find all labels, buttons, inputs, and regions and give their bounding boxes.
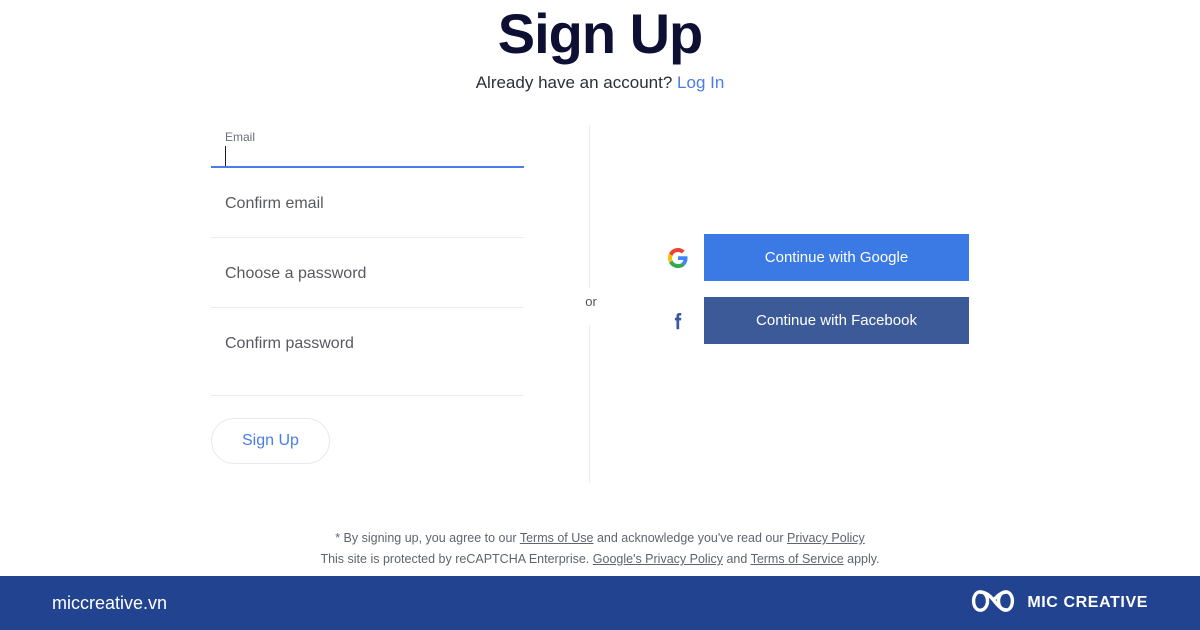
confirm-password-field-underline [211, 395, 524, 396]
confirm-password-field-group[interactable]: Confirm password [211, 308, 524, 396]
legal-line1-middle: and acknowledge you've read our [593, 531, 787, 545]
divider-line-top [589, 125, 590, 288]
page-header: Sign Up Already have an account? Log In [0, 0, 1200, 94]
brand-logo-group: MIC CREATIVE [971, 587, 1148, 620]
divider-or-label: or [580, 293, 602, 311]
google-g-icon [652, 234, 704, 281]
password-field-group[interactable]: Choose a password [211, 238, 524, 308]
terms-of-use-link[interactable]: Terms of Use [520, 531, 594, 545]
page-title: Sign Up [497, 2, 704, 65]
confirm-password-placeholder: Confirm password [225, 335, 354, 352]
legal-footer: * By signing up, you agree to our Terms … [0, 528, 1200, 570]
legal-line-2: This site is protected by reCAPTCHA Ente… [0, 549, 1200, 570]
sign-up-button[interactable]: Sign Up [211, 418, 330, 464]
brand-website-text: miccreative.vn [52, 593, 168, 613]
text-caret [225, 146, 226, 168]
signup-form: Email Confirm email Choose a password Co… [211, 120, 524, 464]
confirm-email-field-group[interactable]: Confirm email [211, 168, 524, 238]
submit-row: Sign Up [211, 418, 524, 464]
legal-line2-middle: and [722, 552, 751, 566]
facebook-button-label: Continue with Facebook [756, 311, 917, 329]
legal-line2-suffix: apply. [843, 552, 880, 566]
email-field-group[interactable]: Email [211, 120, 524, 168]
legal-line1-prefix: * By signing up, you agree to our [335, 531, 520, 545]
brand-bar: miccreative.vn MIC CREATIVE [0, 576, 1200, 630]
log-in-link[interactable]: Log In [677, 73, 724, 92]
terms-of-service-link[interactable]: Terms of Service [751, 552, 844, 566]
google-privacy-policy-link[interactable]: Google's Privacy Policy [593, 552, 723, 566]
password-placeholder: Choose a password [225, 265, 367, 282]
login-prompt-text: Already have an account? [475, 73, 673, 92]
email-field-label: Email [225, 130, 256, 144]
social-login-stack: Continue with Google Continue with Faceb… [652, 234, 969, 360]
continue-with-google-button[interactable]: Continue with Google [652, 234, 969, 281]
divider-line-bottom [589, 325, 590, 483]
legal-line2-prefix: This site is protected by reCAPTCHA Ente… [320, 552, 593, 566]
login-prompt: Already have an account? Log In [0, 72, 1200, 94]
brand-name-text: MIC CREATIVE [1027, 594, 1148, 611]
confirm-email-placeholder: Confirm email [225, 195, 324, 212]
continue-with-facebook-button[interactable]: Continue with Facebook [652, 297, 969, 344]
or-divider: or [580, 125, 602, 483]
facebook-f-icon [652, 297, 704, 344]
infinity-knot-logo [971, 587, 1015, 620]
signup-main-area: Email Confirm email Choose a password Co… [0, 110, 1200, 510]
legal-line-1: * By signing up, you agree to our Terms … [0, 528, 1200, 549]
privacy-policy-link[interactable]: Privacy Policy [787, 531, 865, 545]
google-button-label: Continue with Google [764, 248, 909, 266]
